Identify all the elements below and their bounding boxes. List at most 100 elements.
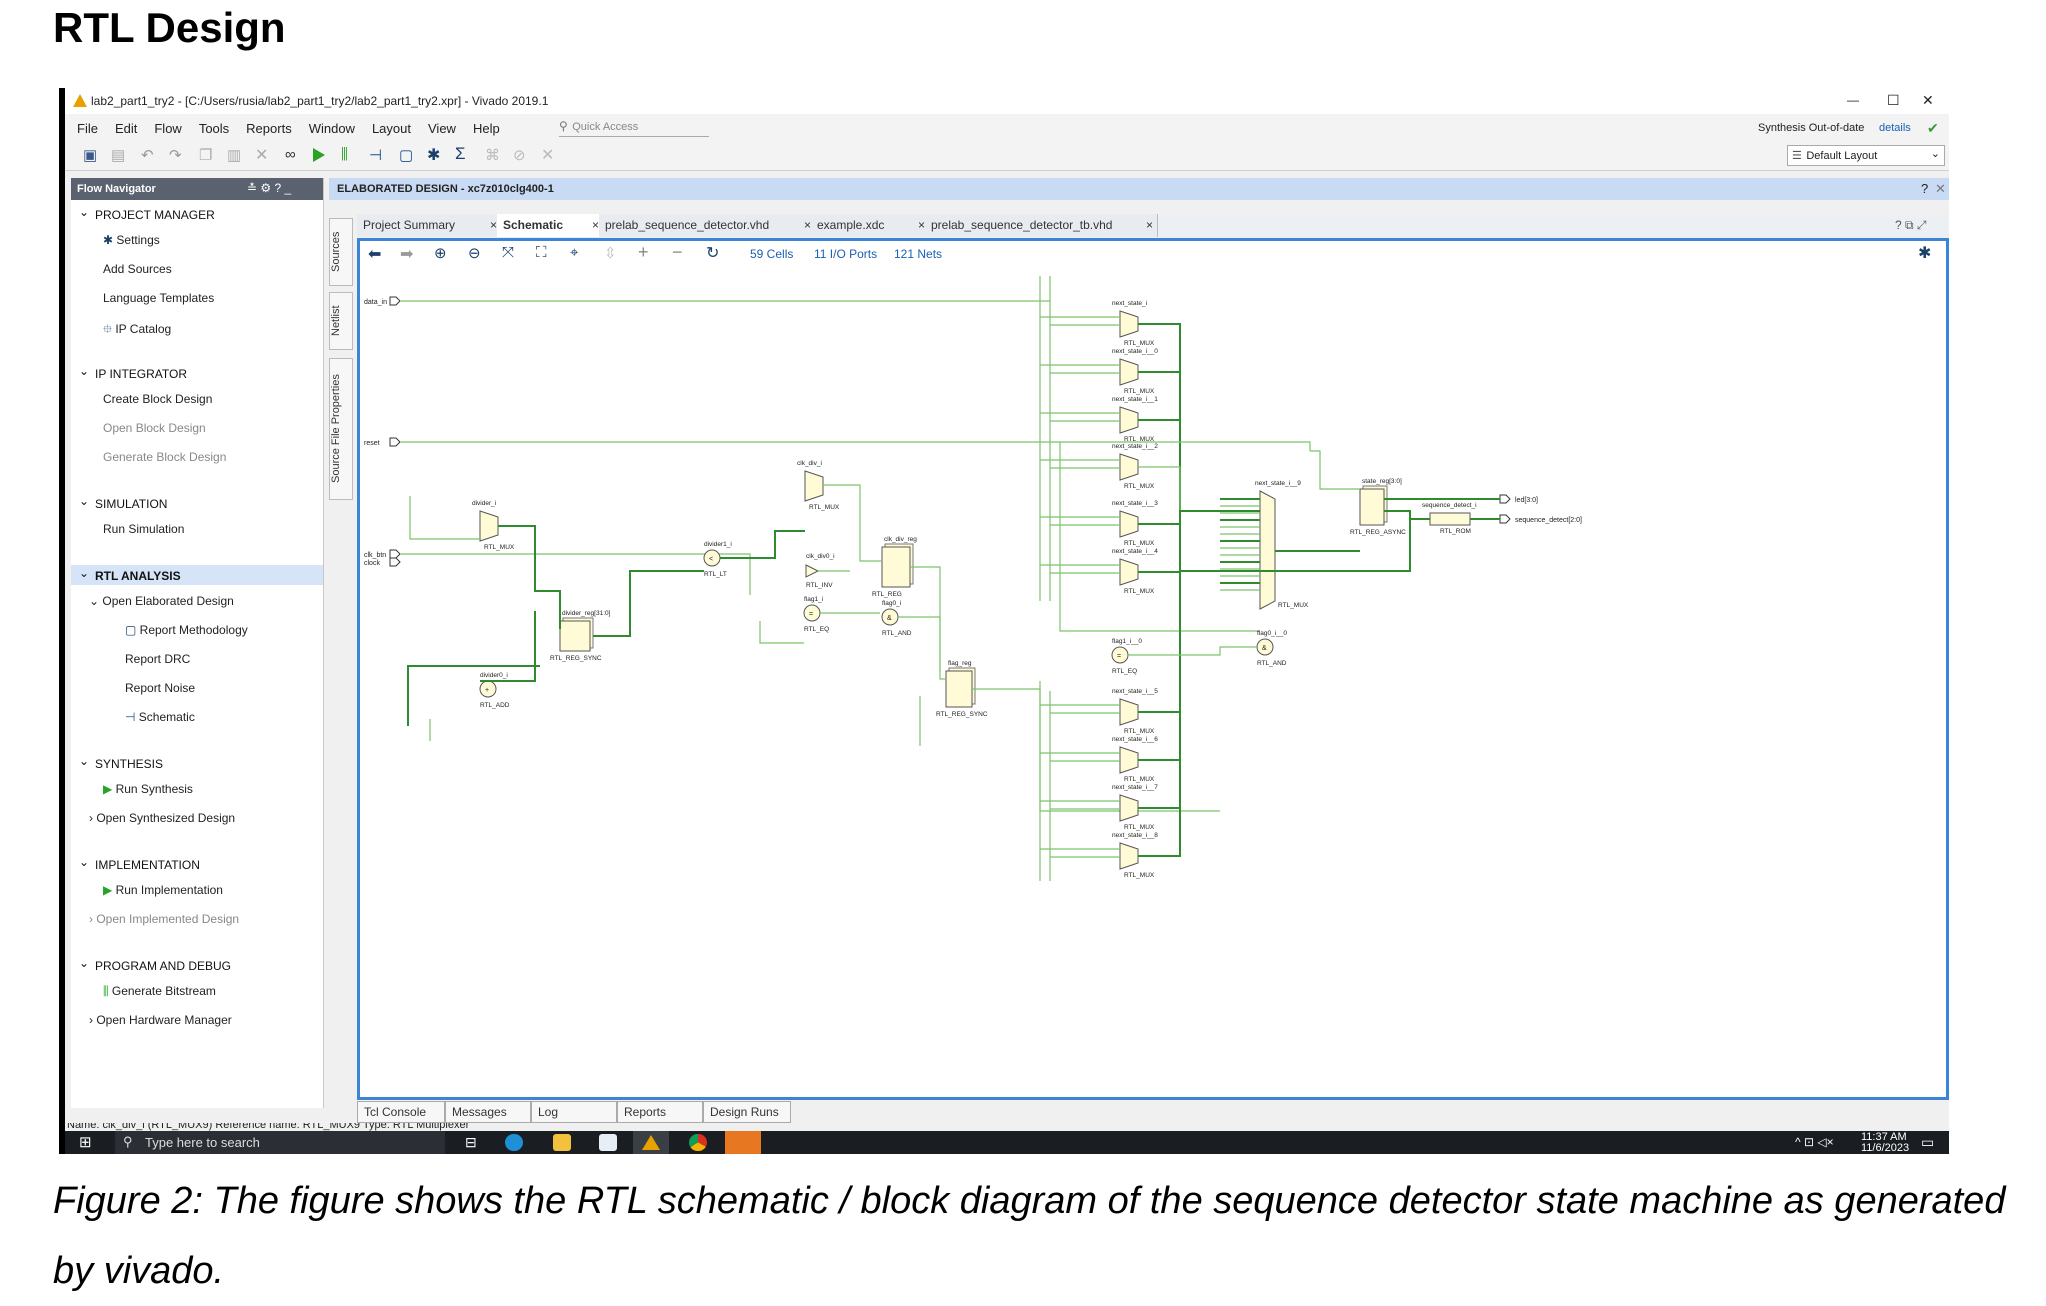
tab-tcl-console[interactable]: Tcl Console (357, 1101, 445, 1123)
save-icon[interactable]: ▤ (111, 146, 125, 164)
help-icon[interactable]: ? (1921, 181, 1928, 196)
menu-edit[interactable]: Edit (115, 121, 137, 136)
nav-item-report-noise[interactable]: Report Noise (125, 681, 195, 695)
nav-item-open-synthesized-design[interactable]: › Open Synthesized Design (89, 811, 235, 825)
store-icon[interactable] (599, 1134, 617, 1151)
menu-help[interactable]: Help (473, 121, 500, 136)
nav-section-program-and-debug[interactable]: ⌄ PROGRAM AND DEBUG (71, 955, 323, 975)
menu-layout[interactable]: Layout (372, 121, 411, 136)
back-icon[interactable]: ⬅ (368, 244, 381, 264)
sigma-icon[interactable]: Σ (455, 144, 466, 164)
schematic-toolbar-icon[interactable]: ⊣ (369, 146, 382, 164)
fit-icon[interactable]: ⤧ (502, 244, 514, 261)
undo-icon[interactable]: ↶ (141, 146, 154, 164)
nav-item-language-templates[interactable]: Language Templates (103, 291, 214, 305)
tab-prelab-sequence-detector[interactable]: prelab_sequence_detector.vhd × (599, 214, 816, 237)
tab-project-summary[interactable]: Project Summary × (357, 214, 502, 237)
zoom-out-icon[interactable]: ⊖ (468, 244, 481, 262)
menu-window[interactable]: Window (309, 121, 355, 136)
clear-icon[interactable]: ✕ (541, 145, 554, 165)
nav-item-report-drc[interactable]: Report DRC (125, 652, 190, 666)
copy-icon[interactable]: ❐ (199, 146, 212, 164)
quick-access-box[interactable]: ⚲ Quick Access (559, 117, 709, 137)
link-icon[interactable]: ∞ (285, 146, 296, 163)
source-file-properties-side-tab[interactable]: Source File Properties (329, 358, 353, 500)
menu-tools[interactable]: Tools (199, 121, 229, 136)
notifications-icon[interactable]: ▭ (1921, 1134, 1934, 1151)
close-panel-icon[interactable]: ✕ (1935, 181, 1946, 197)
nav-item-run-simulation[interactable]: Run Simulation (103, 522, 184, 536)
tab-controls-icon[interactable]: ? ⧉ ⤢ (1895, 218, 1927, 233)
close-icon[interactable]: × (918, 214, 925, 237)
navigator-controls-icon[interactable]: ≛ ⚙ ? _ (247, 181, 291, 195)
nav-section-rtl-analysis[interactable]: ⌄ RTL ANALYSIS (71, 565, 323, 585)
tray-icons[interactable]: ^ ⊡ ◁× (1795, 1135, 1834, 1149)
nets-count[interactable]: 121 Nets (894, 247, 942, 261)
nav-item-add-sources[interactable]: Add Sources (103, 262, 172, 276)
nav-item-generate-block-design[interactable]: Generate Block Design (103, 450, 226, 464)
minimize-button[interactable]: — (1847, 93, 1859, 107)
nav-item-open-implemented-design[interactable]: › Open Implemented Design (89, 912, 239, 926)
menu-flow[interactable]: Flow (154, 121, 181, 136)
schematic-view[interactable]: ⬅ ➡ ⊕ ⊖ ⤧ ⛶ ⌖ ⇳ + − ↻ 59 Cells 11 I/O Po… (357, 238, 1949, 1100)
tab-messages[interactable]: Messages (445, 1101, 531, 1123)
nav-item-open-hardware-manager[interactable]: › Open Hardware Manager (89, 1013, 232, 1027)
taskbar-search[interactable]: ⚲ Type here to search (115, 1131, 445, 1154)
tab-log[interactable]: Log (531, 1101, 617, 1123)
schematic-settings-icon[interactable]: ✱ (1918, 243, 1931, 263)
hierarchy-icon[interactable]: ⇳ (604, 244, 617, 262)
nav-item-schematic[interactable]: ⊣ Schematic (125, 710, 195, 724)
sources-side-tab[interactable]: Sources (329, 218, 353, 286)
zoom-in-icon[interactable]: ⊕ (434, 244, 447, 262)
file-explorer-icon[interactable] (553, 1134, 571, 1151)
windows-start-icon[interactable]: ⊞ (79, 1133, 92, 1151)
maximize-button[interactable]: ☐ (1887, 92, 1900, 109)
tab-schematic[interactable]: Schematic × (497, 214, 604, 237)
redo-icon[interactable]: ↷ (169, 146, 182, 164)
zoom-fit-selection-icon[interactable]: ⛶ (536, 244, 547, 261)
nav-section-ip-integrator[interactable]: ⌄ IP INTEGRATOR (71, 363, 323, 383)
cells-count[interactable]: 59 Cells (750, 247, 793, 261)
nav-item-open-elaborated-design[interactable]: ⌄ Open Elaborated Design (89, 594, 234, 608)
nav-section-project-manager[interactable]: ⌄ PROJECT MANAGER (71, 204, 323, 224)
schematic-canvas[interactable]: data_inreset clk_btnclock led[3:0] sequence… (360, 271, 1946, 1097)
bitstream-toolbar-icon[interactable]: ⫼ (341, 146, 348, 163)
forward-icon[interactable]: ➡ (400, 244, 413, 264)
menu-reports[interactable]: Reports (246, 121, 292, 136)
report-toolbar-icon[interactable]: ▢ (399, 146, 413, 164)
nav-section-implementation[interactable]: ⌄ IMPLEMENTATION (71, 854, 323, 874)
nav-item-generate-bitstream[interactable]: ⫼ Generate Bitstream (103, 984, 216, 999)
tab-design-runs[interactable]: Design Runs (703, 1101, 791, 1123)
ports-count[interactable]: 11 I/O Ports (814, 247, 877, 261)
close-button[interactable]: ✕ (1922, 92, 1934, 109)
nav-item-create-block-design[interactable]: Create Block Design (103, 392, 212, 406)
edge-icon[interactable] (505, 1134, 523, 1151)
nav-item-run-implementation[interactable]: ▶ Run Implementation (103, 883, 223, 897)
chrome-icon[interactable] (689, 1134, 707, 1151)
tab-example-xdc[interactable]: example.xdc × (811, 214, 930, 237)
tab-reports[interactable]: Reports (617, 1101, 703, 1123)
nav-item-open-block-design[interactable]: Open Block Design (103, 421, 206, 435)
tab-prelab-sequence-detector-tb[interactable]: prelab_sequence_detector_tb.vhd × (925, 214, 1158, 237)
menu-view[interactable]: View (428, 121, 456, 136)
task-view-icon[interactable]: ⊟ (465, 1134, 477, 1151)
refresh-icon[interactable]: ↻ (706, 243, 719, 263)
security-icon[interactable] (725, 1131, 761, 1154)
nav-section-simulation[interactable]: ⌄ SIMULATION (71, 493, 323, 513)
details-link[interactable]: details (1879, 122, 1911, 134)
select-icon[interactable]: ⌖ (570, 244, 578, 261)
clock-date[interactable]: 11/6/2023 (1861, 1142, 1909, 1154)
wand-icon[interactable]: ⊘ (513, 146, 526, 164)
run-icon[interactable] (313, 148, 325, 162)
expand-icon[interactable]: + (638, 242, 649, 263)
collapse-icon[interactable]: − (672, 242, 683, 263)
settings-toolbar-icon[interactable]: ✱ (427, 145, 440, 165)
open-project-icon[interactable]: ▣ (83, 146, 97, 164)
nav-section-synthesis[interactable]: ⌄ SYNTHESIS (71, 753, 323, 773)
nav-item-settings[interactable]: ✱ Settings (103, 233, 160, 247)
layout-select[interactable]: ☰ Default Layout ⌄ (1787, 145, 1945, 166)
close-icon[interactable]: × (592, 214, 599, 237)
nav-item-report-methodology[interactable]: ▢ Report Methodology (125, 623, 248, 637)
nav-item-ip-catalog[interactable]: ⯐ IP Catalog (103, 320, 171, 341)
debug-icon[interactable]: ⌘ (485, 146, 500, 164)
